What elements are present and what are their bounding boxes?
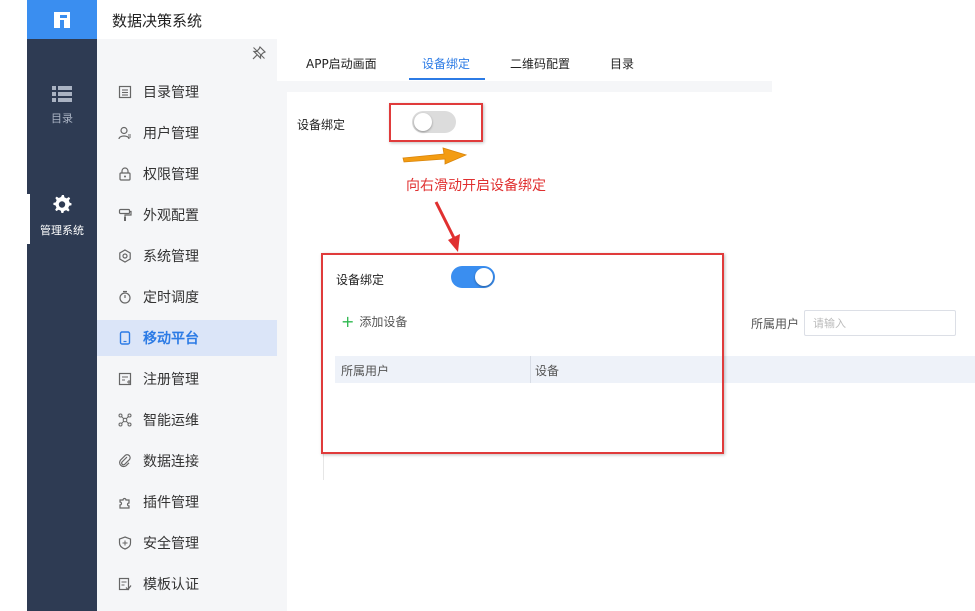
highlight-box-preview bbox=[321, 253, 724, 454]
owner-search-input[interactable] bbox=[804, 310, 956, 336]
menu-item-label: 外观配置 bbox=[143, 208, 199, 224]
link-icon bbox=[117, 453, 133, 469]
rail-item-label: 目录 bbox=[51, 112, 73, 125]
right-arrow-icon bbox=[402, 147, 468, 165]
timer-icon bbox=[117, 289, 133, 305]
menu-item-security[interactable]: 安全管理 bbox=[97, 525, 277, 561]
menu-item-scheduling[interactable]: 定时调度 bbox=[97, 279, 277, 315]
rail-item-label: 管理系统 bbox=[40, 224, 84, 237]
menu-item-label: 注册管理 bbox=[143, 372, 199, 388]
down-arrow-icon bbox=[434, 201, 460, 252]
menu-item-label: 用户管理 bbox=[143, 126, 199, 142]
menu-item-label: 模板认证 bbox=[143, 577, 199, 593]
register-icon bbox=[117, 371, 133, 387]
network-icon bbox=[117, 412, 133, 428]
menu-item-permissions[interactable]: 权限管理 bbox=[97, 156, 277, 192]
top-header: 数据决策系统 bbox=[97, 0, 772, 39]
highlight-box-toggle bbox=[389, 103, 483, 142]
list-icon bbox=[52, 86, 72, 102]
menu-item-data-connection[interactable]: 数据连接 bbox=[97, 443, 277, 479]
tab-qrcode-config[interactable]: 二维码配置 bbox=[510, 55, 570, 72]
app-logo[interactable] bbox=[27, 0, 97, 39]
menu-item-label: 安全管理 bbox=[143, 536, 199, 552]
menu-item-label: 移动平台 bbox=[143, 331, 199, 347]
owner-filter-label: 所属用户 bbox=[751, 317, 800, 331]
divider-line bbox=[323, 453, 324, 480]
rail-item-catalog[interactable]: 目录 bbox=[27, 86, 97, 126]
logo-icon bbox=[54, 11, 70, 28]
menu-item-label: 系统管理 bbox=[143, 249, 199, 265]
menu-item-users[interactable]: 用户管理 bbox=[97, 115, 277, 151]
menu-item-template-auth[interactable]: 模板认证 bbox=[97, 566, 277, 602]
shield-icon bbox=[117, 535, 133, 551]
menu-item-label: 插件管理 bbox=[143, 495, 199, 511]
rail-item-management[interactable]: 管理系统 bbox=[27, 194, 97, 238]
catalog-icon bbox=[117, 84, 133, 100]
gear-icon bbox=[53, 194, 72, 213]
menu-item-plugins[interactable]: 插件管理 bbox=[97, 484, 277, 520]
lock-icon bbox=[117, 166, 133, 182]
settings-icon bbox=[117, 248, 133, 264]
menu-item-registration[interactable]: 注册管理 bbox=[97, 361, 277, 397]
menu-item-ops[interactable]: 智能运维 bbox=[97, 402, 277, 438]
menu-item-label: 智能运维 bbox=[143, 413, 199, 429]
tab-catalog[interactable]: 目录 bbox=[610, 55, 634, 72]
device-binding-label: 设备绑定 bbox=[297, 118, 346, 132]
tab-app-splash[interactable]: APP启动画面 bbox=[306, 55, 377, 72]
menu-item-appearance[interactable]: 外观配置 bbox=[97, 197, 277, 233]
menu-item-label: 目录管理 bbox=[143, 85, 199, 101]
tablet-icon bbox=[117, 330, 133, 346]
instruction-annotation: 向右滑动开启设备绑定 bbox=[406, 178, 546, 194]
active-tab-indicator bbox=[409, 78, 485, 80]
menu-item-label: 数据连接 bbox=[143, 454, 199, 470]
puzzle-icon bbox=[117, 494, 133, 510]
menu-item-catalog[interactable]: 目录管理 bbox=[97, 74, 277, 110]
menu-item-system[interactable]: 系统管理 bbox=[97, 238, 277, 274]
template-icon bbox=[117, 576, 133, 592]
pin-icon[interactable] bbox=[252, 45, 267, 64]
app-title: 数据决策系统 bbox=[112, 12, 203, 30]
tab-device-binding[interactable]: 设备绑定 bbox=[422, 55, 470, 72]
user-icon bbox=[117, 125, 133, 141]
menu-item-label: 权限管理 bbox=[143, 167, 199, 183]
paint-roller-icon bbox=[117, 207, 133, 223]
menu-item-mobile[interactable]: 移动平台 bbox=[97, 320, 277, 356]
menu-item-label: 定时调度 bbox=[143, 290, 199, 306]
